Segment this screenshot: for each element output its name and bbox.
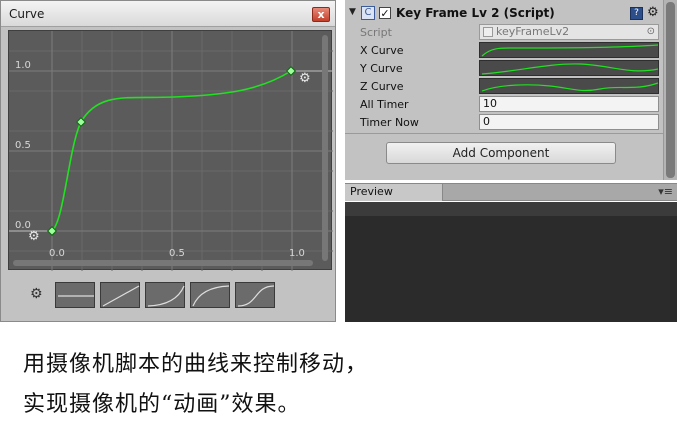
component-title: Key Frame Lv 2 (Script): [396, 6, 555, 20]
property-label: X Curve: [360, 44, 404, 57]
gear-icon[interactable]: ⚙: [647, 5, 659, 20]
y-curve-field[interactable]: [479, 60, 659, 76]
inspector-panel: ▼ C ✓ Key Frame Lv 2 (Script) ? ⚙ Script…: [345, 0, 677, 180]
preset-ease-out-button[interactable]: [190, 282, 230, 308]
keyframe-handle: [76, 117, 86, 127]
property-row-y-curve: Y Curve: [345, 60, 665, 78]
close-button[interactable]: x: [312, 7, 330, 22]
gear-icon[interactable]: ⚙: [30, 286, 43, 302]
close-icon: x: [317, 8, 325, 21]
property-label: Script: [360, 26, 392, 39]
preview-tabbar: Preview ▾≡: [345, 183, 677, 201]
panel-menu-icon[interactable]: ▾≡: [658, 185, 673, 198]
preset-linear-ramp-button[interactable]: [100, 282, 140, 308]
property-label: Z Curve: [360, 80, 404, 93]
timer-now-input[interactable]: 0: [479, 114, 659, 130]
preset-ease-in-out-button[interactable]: [235, 282, 275, 308]
z-curve-field[interactable]: [479, 78, 659, 94]
property-row-x-curve: X Curve: [345, 42, 665, 60]
foldout-arrow-icon[interactable]: ▼: [349, 7, 356, 17]
script-icon: C: [361, 6, 375, 20]
curve-window-titlebar[interactable]: Curve x: [1, 1, 335, 27]
component-header[interactable]: ▼ C ✓ Key Frame Lv 2 (Script) ? ⚙: [345, 5, 665, 23]
script-object-value: keyFrameLv2: [496, 25, 570, 38]
object-picker-icon[interactable]: ⊙: [647, 25, 655, 39]
x-curve-field[interactable]: [479, 42, 659, 58]
y-tick-label: 1.0: [15, 60, 31, 71]
x-tick-label: 0.0: [49, 248, 65, 259]
property-row-timer-now: Timer Now 0: [345, 114, 665, 132]
script-file-icon: [483, 27, 493, 37]
script-object-field[interactable]: keyFrameLv2 ⊙: [479, 24, 659, 40]
y-tick-label: 0.5: [15, 140, 31, 151]
curve-window-title: Curve: [9, 7, 45, 21]
horizontal-scrollbar[interactable]: [13, 260, 313, 266]
property-label: Timer Now: [360, 116, 419, 129]
property-row-all-timer: All Timer 10: [345, 96, 665, 114]
gear-icon[interactable]: ⚙: [299, 72, 311, 85]
panel-separator: [337, 0, 345, 322]
property-label: Y Curve: [360, 62, 403, 75]
tab-preview[interactable]: Preview: [345, 184, 443, 201]
curve-preset-bar: ⚙: [30, 280, 280, 310]
curve-graph-area[interactable]: 1.0 0.5 0.0 0.0 0.5 1.0 ⚙ ⚙: [8, 30, 333, 271]
caption-line-2: 实现摄像机的“动画”效果。: [23, 392, 301, 417]
curve-graph-svg: [9, 31, 333, 271]
property-row-z-curve: Z Curve: [345, 78, 665, 96]
curve-editor-window: Curve x 1.0 0.5 0.0 0.0 0.5 1.0 ⚙ ⚙ ⚙: [0, 0, 336, 322]
inspector-scrollbar[interactable]: [663, 0, 677, 180]
preset-ease-in-button[interactable]: [145, 282, 185, 308]
property-label: All Timer: [360, 98, 409, 111]
reference-icon[interactable]: ?: [630, 7, 643, 20]
add-component-button[interactable]: Add Component: [386, 142, 616, 164]
property-row-script: Script keyFrameLv2 ⊙: [345, 24, 665, 42]
preview-area: [345, 202, 677, 322]
checkbox-icon[interactable]: ✓: [379, 7, 391, 19]
preset-linear-flat-button[interactable]: [55, 282, 95, 308]
inspector-divider: [345, 133, 665, 134]
scrollbar-thumb[interactable]: [666, 2, 675, 178]
gear-icon[interactable]: ⚙: [28, 230, 40, 243]
x-tick-label: 0.5: [169, 248, 185, 259]
all-timer-input[interactable]: 10: [479, 96, 659, 112]
x-tick-label: 1.0: [289, 248, 305, 259]
preview-toolbar: [345, 202, 677, 216]
vertical-scrollbar[interactable]: [322, 35, 328, 261]
keyframe-handle: [286, 66, 296, 76]
caption-line-1: 用摄像机脚本的曲线来控制移动，: [23, 352, 369, 377]
